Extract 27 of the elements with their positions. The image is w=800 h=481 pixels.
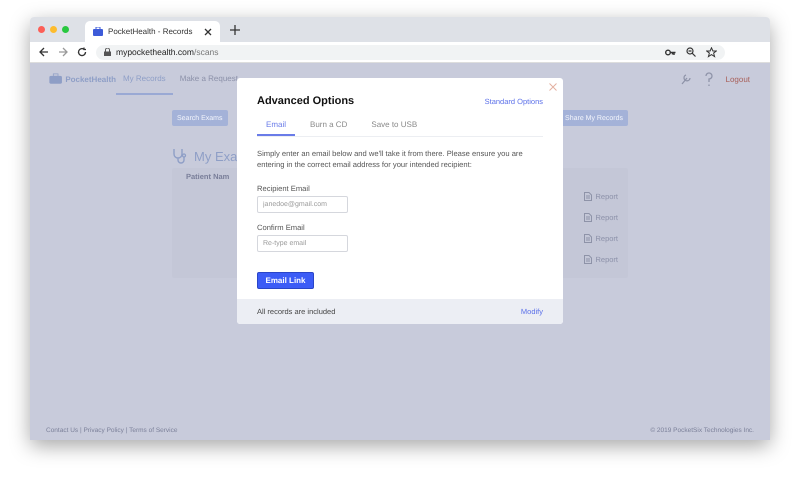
stethoscope-icon xyxy=(172,148,188,164)
tab[interactable]: Save to USB xyxy=(362,117,426,136)
close-icon[interactable] xyxy=(204,28,212,36)
document-icon xyxy=(584,213,592,222)
document-icon xyxy=(584,192,592,201)
back-arrow-icon[interactable] xyxy=(39,47,49,57)
tab[interactable]: Burn a CD xyxy=(301,117,356,136)
browser-tab[interactable]: PocketHealth - Records xyxy=(85,21,220,42)
star-icon[interactable] xyxy=(706,46,717,58)
document-icon xyxy=(584,234,592,243)
document-icon xyxy=(584,255,592,264)
forward-arrow-icon[interactable] xyxy=(58,47,68,57)
tab[interactable]: Email xyxy=(257,117,296,136)
lock-icon xyxy=(104,48,111,56)
dialog-title: Advanced Options xyxy=(257,95,354,107)
briefcase-icon xyxy=(93,27,103,36)
section-title: My Exa xyxy=(194,148,238,164)
nav-link[interactable]: My Records xyxy=(116,63,173,95)
zoom-icon[interactable] xyxy=(686,47,696,57)
key-icon[interactable] xyxy=(665,48,676,56)
email-link-button[interactable]: Email Link xyxy=(257,272,314,290)
logo-icon xyxy=(47,72,64,86)
reload-icon[interactable] xyxy=(77,47,87,57)
new-tab-icon[interactable] xyxy=(230,24,240,34)
logo-text: PocketHealth xyxy=(65,74,116,84)
logout-link[interactable]: Logout xyxy=(726,74,750,84)
address-field[interactable]: mypockethealth.com/scans xyxy=(96,44,725,60)
